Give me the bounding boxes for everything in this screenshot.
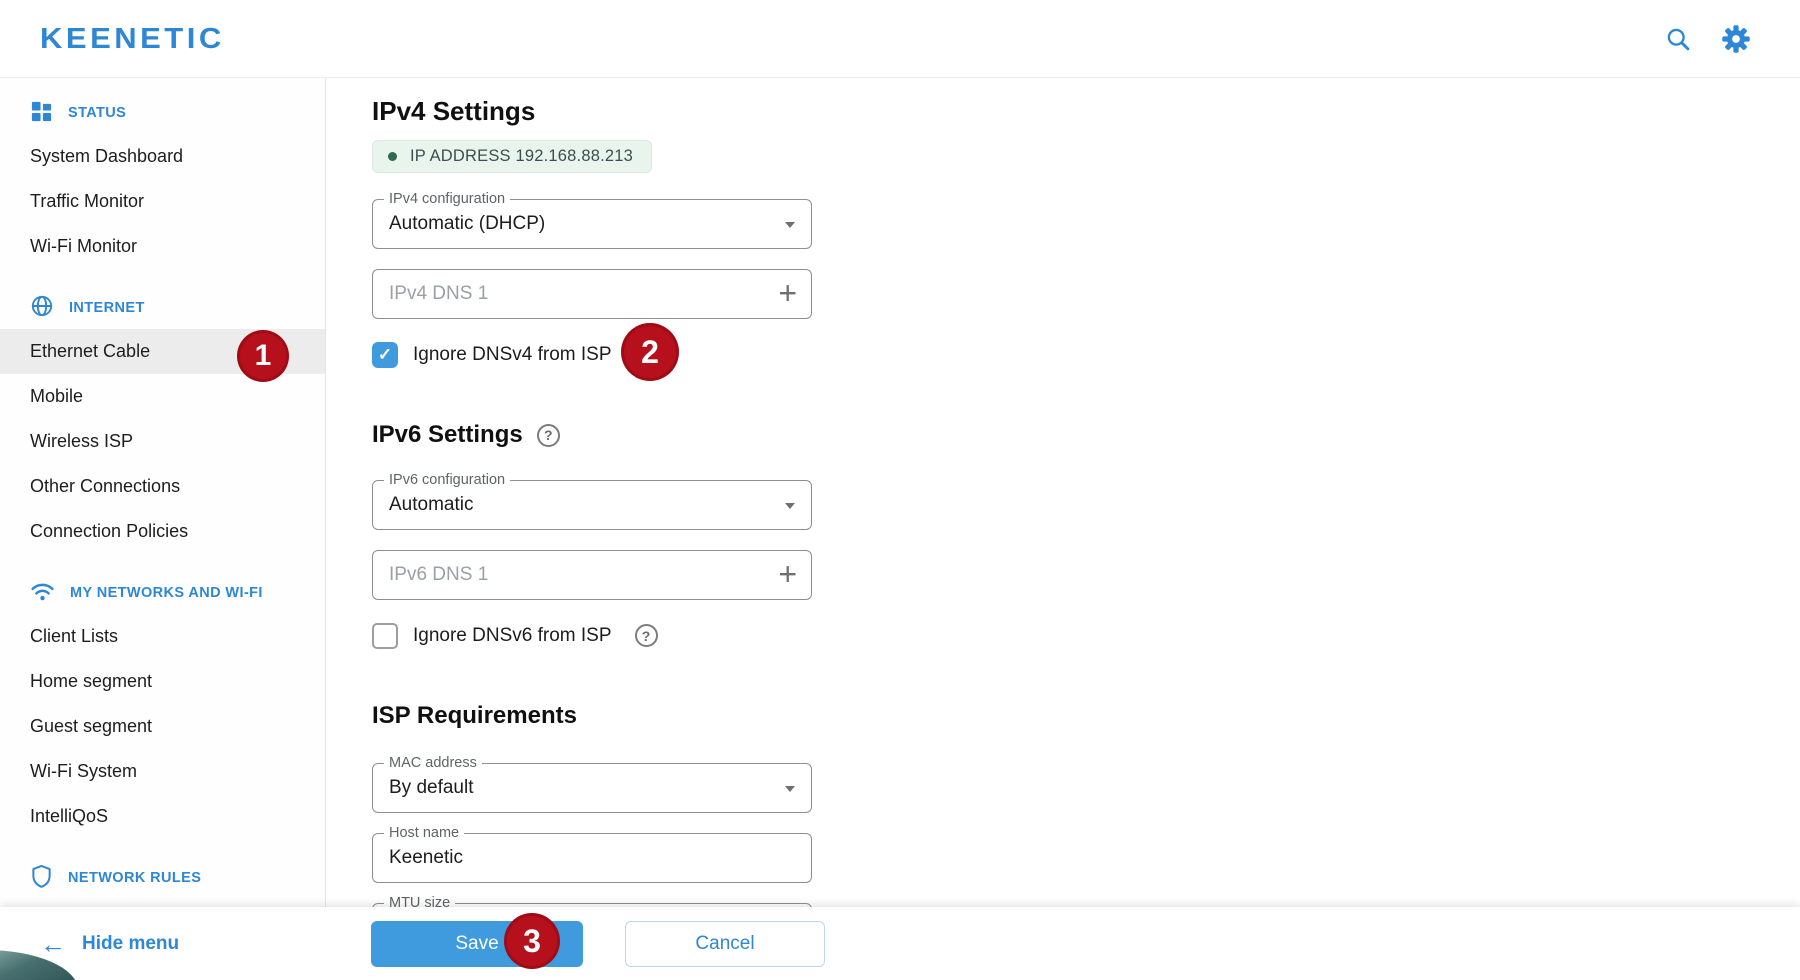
sidebar-item-mobile[interactable]: Mobile [0, 374, 325, 419]
form-actions: Save Cancel [371, 921, 825, 967]
sidebar-section-internet: INTERNET [0, 293, 325, 323]
annotation-badge-2: 2 [621, 323, 679, 381]
sidebar: STATUS System Dashboard Traffic Monitor … [0, 78, 326, 907]
sidebar-item-other-connections[interactable]: Other Connections [0, 464, 325, 509]
settings-gear-icon[interactable] [1720, 23, 1752, 55]
globe-icon [30, 294, 54, 322]
ignore-dnsv6-row: Ignore DNSv6 from ISP ? [372, 622, 1800, 649]
mac-address-value: By default [389, 777, 474, 799]
ignore-dnsv6-checkbox[interactable] [372, 623, 398, 649]
mac-address-label: MAC address [384, 755, 482, 771]
ipv4-configuration-select[interactable]: IPv4 configuration Automatic (DHCP) [372, 199, 812, 249]
sidebar-section-status: STATUS [0, 98, 325, 128]
ip-address-text: IP ADDRESS 192.168.88.213 [410, 147, 633, 166]
add-dns-icon[interactable]: + [778, 277, 797, 309]
sidebar-item-intelliqos[interactable]: IntelliQoS [0, 794, 325, 839]
sidebar-item-wifi-system[interactable]: Wi-Fi System [0, 749, 325, 794]
ip-address-chip: IP ADDRESS 192.168.88.213 [372, 140, 652, 173]
dashboard-icon [30, 100, 53, 127]
dropdown-caret-icon [785, 222, 795, 228]
sidebar-section-network-rules: NETWORK RULES [0, 863, 325, 893]
ipv4-configuration-value: Automatic (DHCP) [389, 213, 545, 235]
ignore-dnsv4-row: ✓ Ignore DNSv4 from ISP ? [372, 341, 1800, 368]
arrow-left-icon: ← [40, 931, 66, 957]
sidebar-item-connection-policies[interactable]: Connection Policies [0, 509, 325, 554]
ipv6-dns-field: + [372, 550, 812, 600]
bottom-bar: ← Hide menu Save Cancel [0, 907, 1800, 980]
search-icon[interactable] [1662, 23, 1694, 55]
sidebar-item-system-dashboard[interactable]: System Dashboard [0, 134, 325, 179]
sidebar-section-my-networks: MY NETWORKS AND WI-FI [0, 578, 325, 608]
sidebar-item-wireless-isp[interactable]: Wireless ISP [0, 419, 325, 464]
annotation-badge-3: 3 [504, 913, 560, 969]
mac-address-select[interactable]: MAC address By default [372, 763, 812, 813]
ipv6-dns-input[interactable] [389, 564, 749, 586]
ipv6-configuration-value: Automatic [389, 494, 473, 516]
hide-menu-label: Hide menu [82, 933, 179, 955]
status-dot [388, 152, 397, 161]
ipv4-dns-input[interactable] [389, 283, 749, 305]
annotation-badge-1: 1 [237, 330, 289, 382]
host-name-field: Host name [372, 833, 812, 883]
sidebar-item-home-segment[interactable]: Home segment [0, 659, 325, 704]
ignore-dnsv4-checkbox[interactable]: ✓ [372, 342, 398, 368]
shield-icon [30, 864, 53, 893]
topbar-icons [1662, 23, 1752, 55]
ipv4-settings-title: IPv4 Settings [372, 96, 1800, 126]
ignore-dnsv4-label: Ignore DNSv4 from ISP [413, 344, 612, 366]
dropdown-caret-icon [785, 503, 795, 509]
add-dns-icon[interactable]: + [778, 558, 797, 590]
sidebar-item-guest-segment[interactable]: Guest segment [0, 704, 325, 749]
dropdown-caret-icon [785, 786, 795, 792]
keenetic-logo: KEENETIC [40, 22, 225, 55]
ipv4-configuration-label: IPv4 configuration [384, 191, 510, 207]
sidebar-item-client-lists[interactable]: Client Lists [0, 614, 325, 659]
host-name-label: Host name [384, 825, 464, 841]
sidebar-item-wifi-monitor[interactable]: Wi-Fi Monitor [0, 224, 325, 269]
main-content: IPv4 Settings IP ADDRESS 192.168.88.213 … [327, 78, 1800, 980]
ipv6-configuration-select[interactable]: IPv6 configuration Automatic [372, 480, 812, 530]
ignore-dnsv6-label: Ignore DNSv6 from ISP [413, 625, 612, 647]
sidebar-item-traffic-monitor[interactable]: Traffic Monitor [0, 179, 325, 224]
help-icon[interactable]: ? [537, 424, 560, 447]
host-name-input[interactable] [389, 847, 749, 869]
ipv4-dns-field: + [372, 269, 812, 319]
page: KEENETIC [0, 0, 1800, 980]
hide-menu-button[interactable]: ← Hide menu [0, 931, 326, 957]
ipv6-configuration-label: IPv6 configuration [384, 472, 510, 488]
cancel-button[interactable]: Cancel [625, 921, 825, 967]
wifi-icon [30, 581, 55, 606]
isp-requirements-title: ISP Requirements [372, 701, 1800, 731]
top-bar: KEENETIC [0, 0, 1800, 78]
help-icon[interactable]: ? [635, 624, 658, 647]
ipv6-settings-title: IPv6 Settings ? [372, 420, 1800, 450]
